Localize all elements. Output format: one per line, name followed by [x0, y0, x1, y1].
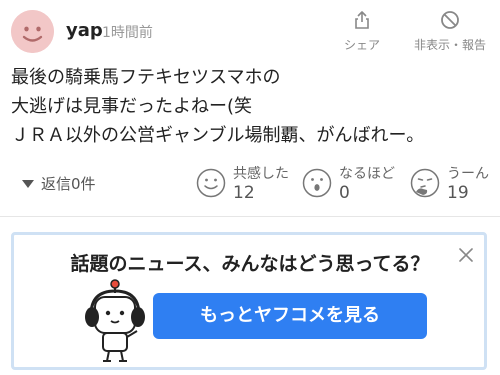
avatar[interactable]: [11, 10, 54, 53]
comment-line: ＪＲＡ以外の公営ギャンブル場制覇、がんばれー。: [11, 125, 425, 146]
replies-label: 返信: [41, 175, 72, 193]
surprised-face-icon: [302, 168, 332, 198]
reaction-count: 12: [233, 183, 255, 203]
promo-title: 話題のニュース、みんなはどう思ってる？: [70, 253, 430, 275]
smiley-avatar-icon: [11, 10, 54, 53]
reaction-label: 共感した: [233, 166, 289, 182]
reaction-label: なるほど: [339, 166, 395, 182]
reaction-count: 0: [339, 183, 350, 203]
share-icon: [355, 11, 369, 29]
replies-count: 0件: [71, 175, 96, 193]
username[interactable]: yap: [66, 20, 103, 41]
smile-face-icon: [196, 168, 226, 198]
more-comments-button[interactable]: もっとヤフコメを見る: [153, 293, 427, 339]
comment-line: 最後の騎乗馬フテキセツスマホの: [11, 67, 281, 88]
caret-down-icon: [22, 179, 34, 188]
hide-report-button[interactable]: 非表示・報告: [404, 10, 496, 53]
promo-box: 話題のニュース、みんなはどう思ってる？ もっとヤフコメを見る: [11, 232, 487, 370]
share-button[interactable]: シェア: [342, 10, 382, 53]
hide-report-label: 非表示・報告: [413, 38, 486, 52]
post-time: 1時間前: [102, 25, 153, 41]
share-label: シェア: [343, 38, 380, 52]
divider: [0, 216, 500, 217]
comment-card: yap 1時間前 シェア 非表示・報告 最後の騎乗馬フテキセツスマホの 大逃げは…: [0, 0, 500, 216]
reaction-label: うーん: [447, 166, 489, 182]
close-icon[interactable]: [458, 247, 474, 263]
page: yap 1時間前 シェア 非表示・報告 最後の騎乗馬フテキセツスマホの 大逃げは…: [0, 0, 500, 375]
mascot-icon: [85, 279, 145, 362]
block-icon: [441, 11, 459, 29]
thinking-face-icon: [410, 168, 440, 198]
replies-toggle[interactable]: 返信 0件: [22, 173, 96, 194]
comment-body: 最後の騎乗馬フテキセツスマホの 大逃げは見事だったよねー(笑 ＪＲＡ以外の公営ギ…: [11, 63, 489, 150]
comment-line: 大逃げは見事だったよねー(笑: [11, 96, 253, 117]
reaction-count: 19: [447, 183, 469, 203]
